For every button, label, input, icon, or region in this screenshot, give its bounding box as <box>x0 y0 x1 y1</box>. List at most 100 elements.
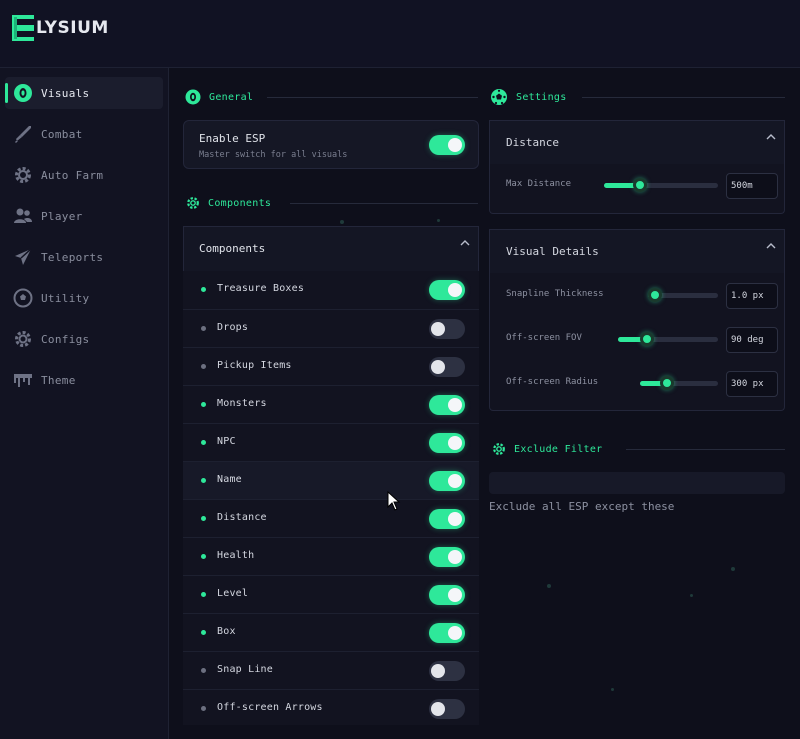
status-dot <box>201 554 206 559</box>
item-label: Snap Line <box>217 664 273 675</box>
status-dot <box>201 478 206 483</box>
offscreen-radius-label: Off-screen Radius <box>506 377 599 387</box>
offscreen-fov-row: Off-screen FOV 90 deg <box>490 319 786 359</box>
npc-toggle[interactable] <box>429 433 465 453</box>
toggle-knob <box>448 626 462 640</box>
pickup-items-toggle[interactable] <box>429 357 465 377</box>
toggle-knob <box>448 283 462 297</box>
exclude-filter-section-header: Exclude Filter <box>492 439 785 459</box>
sidebar-item-theme[interactable]: Theme <box>5 364 163 396</box>
distance-panel-body: Max Distance 500m <box>489 164 785 214</box>
ball-icon <box>12 287 34 309</box>
eye-icon <box>12 82 34 104</box>
list-item-npc: NPC <box>183 423 479 461</box>
toggle-knob <box>448 138 462 152</box>
name-toggle[interactable] <box>429 471 465 491</box>
distance-accordion-header[interactable]: Distance <box>489 120 785 164</box>
exclude-filter-input[interactable] <box>489 472 785 494</box>
box-toggle[interactable] <box>429 623 465 643</box>
slider-thumb[interactable] <box>640 332 654 346</box>
accordion-title: Components <box>199 242 266 255</box>
sidebar-item-player[interactable]: Player <box>5 200 163 232</box>
list-item-drops: Drops <box>183 309 479 347</box>
offscreen-radius-slider[interactable] <box>640 376 718 390</box>
background-particle <box>340 220 344 224</box>
snapline-thickness-slider[interactable] <box>648 288 718 302</box>
offscreen-fov-slider[interactable] <box>618 332 718 346</box>
list-item-pickup-items: Pickup Items <box>183 347 479 385</box>
status-dot <box>201 516 206 521</box>
treasure-boxes-toggle[interactable] <box>429 280 465 300</box>
sidebar-item-visuals[interactable]: Visuals <box>5 77 163 109</box>
background-particle <box>690 594 693 597</box>
enable-esp-toggle[interactable] <box>429 135 465 155</box>
background-particle <box>547 584 551 588</box>
sidebar-item-label: Combat <box>41 127 83 141</box>
sidebar-item-utility[interactable]: Utility <box>5 282 163 314</box>
snapline-thickness-label: Snapline Thickness <box>506 289 604 299</box>
sidebar-item-combat[interactable]: Combat <box>5 118 163 150</box>
off-screen-arrows-toggle[interactable] <box>429 699 465 719</box>
sidebar-item-label: Utility <box>41 291 90 305</box>
toggle-knob <box>431 322 445 336</box>
sidebar-item-teleports[interactable]: Teleports <box>5 241 163 273</box>
chevron-up-icon[interactable] <box>766 132 776 142</box>
sword-icon <box>12 123 34 145</box>
snap-line-toggle[interactable] <box>429 661 465 681</box>
exclude-filter-hint: Exclude all ESP except these <box>489 500 675 513</box>
offscreen-radius-value[interactable]: 300 px <box>726 371 778 397</box>
sidebar-item-configs[interactable]: Configs <box>5 323 163 355</box>
level-toggle[interactable] <box>429 585 465 605</box>
distance-toggle[interactable] <box>429 509 465 529</box>
cog-icon <box>12 328 34 350</box>
slider-thumb[interactable] <box>660 376 674 390</box>
item-label: Off-screen Arrows <box>217 702 323 713</box>
max-distance-slider[interactable] <box>604 178 718 192</box>
gear-icon <box>493 443 505 455</box>
offscreen-radius-row: Off-screen Radius 300 px <box>490 363 786 403</box>
sidebar-item-label: Player <box>41 209 83 223</box>
enable-esp-card: Enable ESP Master switch for all visuals <box>183 120 479 169</box>
status-dot <box>201 440 206 445</box>
list-item-name: Name <box>183 461 479 499</box>
item-label: NPC <box>217 436 236 447</box>
snapline-thickness-row: Snapline Thickness 1.0 px <box>490 275 786 315</box>
background-particle <box>611 688 614 691</box>
components-accordion-header[interactable]: Components <box>183 226 479 271</box>
section-title: Settings <box>516 91 567 103</box>
section-divider <box>582 97 785 98</box>
section-divider <box>626 449 785 450</box>
gear-icon <box>187 197 199 209</box>
toggle-knob <box>448 550 462 564</box>
toggle-knob <box>448 474 462 488</box>
sidebar: Visuals Combat Auto Farm Player Teleport… <box>0 68 169 739</box>
list-item-snap-line: Snap Line <box>183 651 479 689</box>
drops-toggle[interactable] <box>429 319 465 339</box>
section-title: General <box>209 91 254 103</box>
chevron-up-icon[interactable] <box>766 241 776 251</box>
health-toggle[interactable] <box>429 547 465 567</box>
background-particle <box>731 567 735 571</box>
section-divider <box>267 97 478 98</box>
snapline-thickness-value[interactable]: 1.0 px <box>726 283 778 309</box>
visual-details-accordion-header[interactable]: Visual Details <box>489 229 785 273</box>
sidebar-item-label: Auto Farm <box>41 168 104 182</box>
offscreen-fov-label: Off-screen FOV <box>506 333 582 343</box>
logo-mark-icon <box>12 15 34 41</box>
send-icon <box>12 246 34 268</box>
slider-thumb[interactable] <box>648 288 662 302</box>
max-distance-value[interactable]: 500m <box>726 173 778 199</box>
list-item-health: Health <box>183 537 479 575</box>
toggle-knob <box>431 702 445 716</box>
enable-esp-description: Master switch for all visuals <box>199 150 348 160</box>
item-label: Name <box>217 474 242 485</box>
sidebar-item-label: Theme <box>41 373 76 387</box>
users-icon <box>12 205 34 227</box>
sidebar-item-auto-farm[interactable]: Auto Farm <box>5 159 163 191</box>
chevron-up-icon[interactable] <box>460 238 470 248</box>
monsters-toggle[interactable] <box>429 395 465 415</box>
max-distance-label: Max Distance <box>506 179 572 189</box>
status-dot <box>201 630 206 635</box>
slider-thumb[interactable] <box>633 178 647 192</box>
offscreen-fov-value[interactable]: 90 deg <box>726 327 778 353</box>
